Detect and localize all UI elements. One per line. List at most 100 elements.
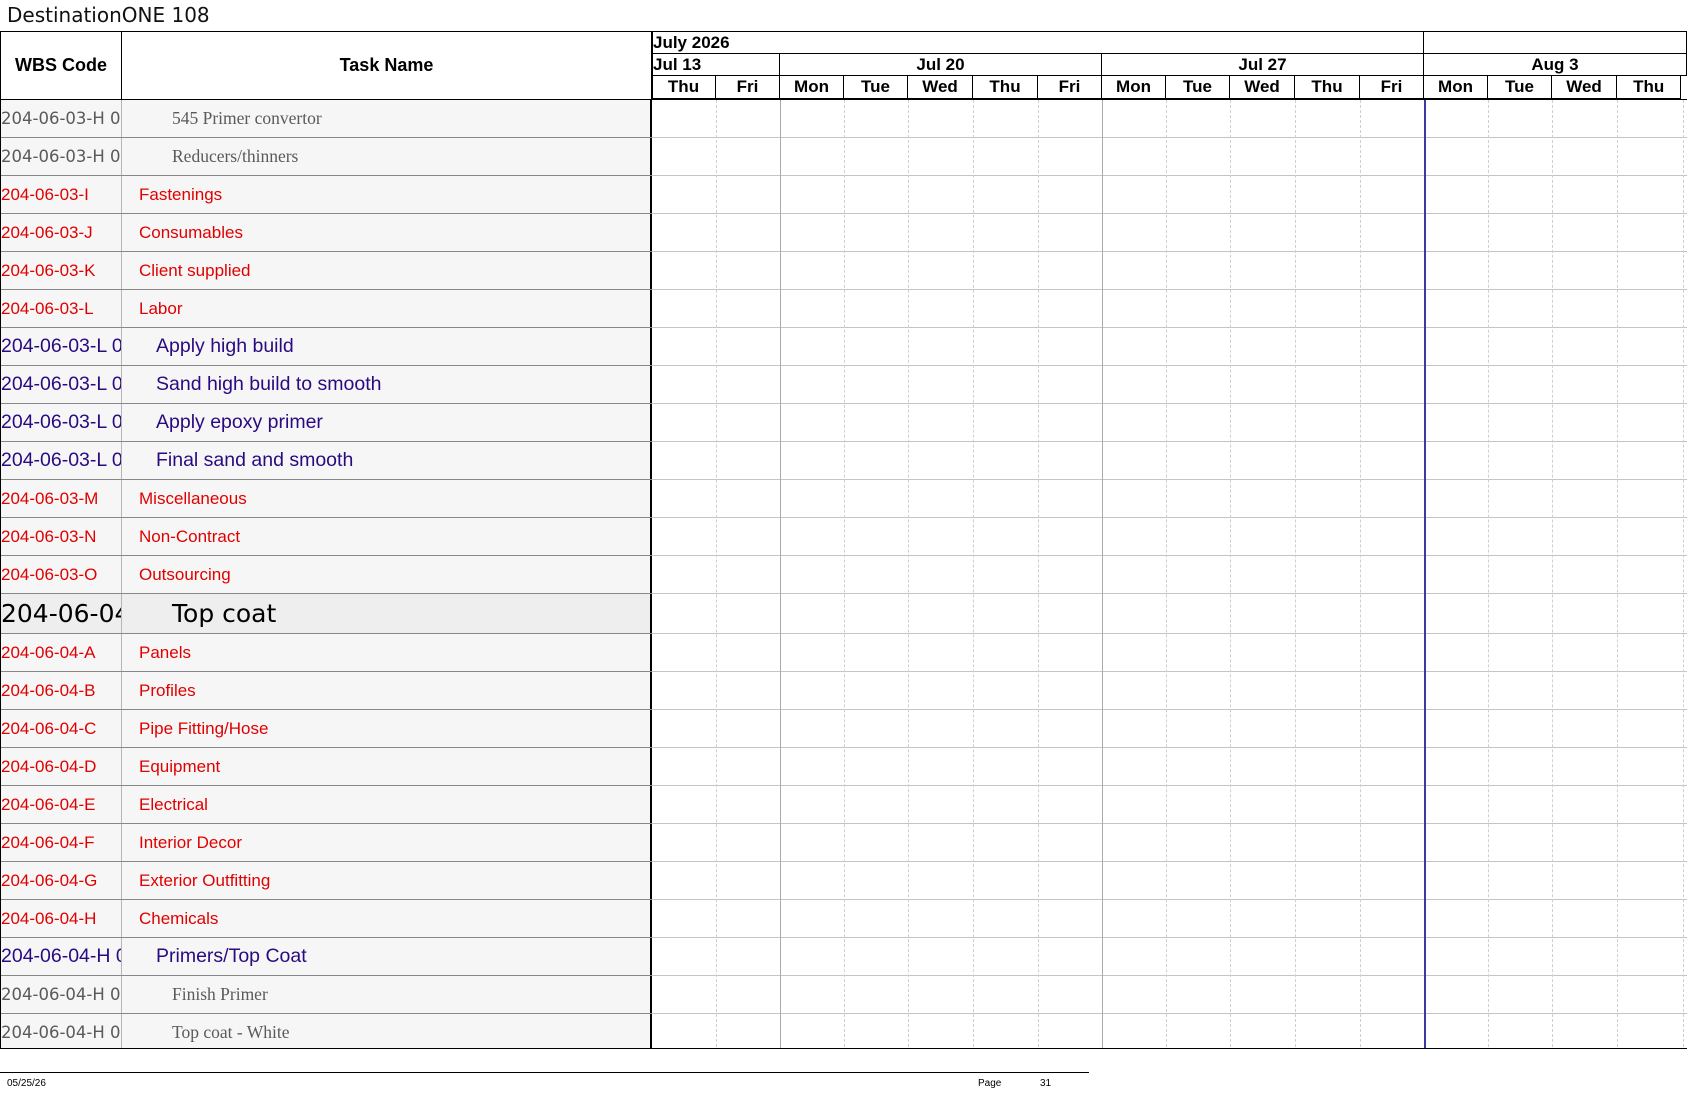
gantt-row[interactable]	[652, 786, 1687, 824]
task-name-cell[interactable]: Top coat	[122, 594, 652, 633]
task-row[interactable]: 204-06-03-J Consumables	[1, 214, 652, 252]
task-row[interactable]: 204-06-04-F Interior Decor	[1, 824, 652, 862]
task-name-cell[interactable]: Miscellaneous	[122, 480, 652, 517]
wbs-code-cell[interactable]: 204-06-03-L 0	[1, 328, 122, 365]
wbs-code-cell[interactable]: 204-06-03-N	[1, 518, 122, 555]
wbs-code-cell[interactable]: 204-06-03-J	[1, 214, 122, 251]
task-row[interactable]: 204-06-04-H Chemicals	[1, 900, 652, 938]
wbs-code-cell[interactable]: 204-06-03-L 0	[1, 404, 122, 441]
wbs-code-cell[interactable]: 204-06-04-H 01	[1, 1014, 122, 1048]
wbs-code-cell[interactable]: 204-06-03-O	[1, 556, 122, 593]
task-row[interactable]: 204-06-03-I Fastenings	[1, 176, 652, 214]
wbs-code-cell[interactable]: 204-06-04-B	[1, 672, 122, 709]
gantt-row[interactable]	[652, 404, 1687, 442]
task-name-cell[interactable]: Consumables	[122, 214, 652, 251]
task-row[interactable]: 204-06-03-L 0 Sand high build to smooth	[1, 366, 652, 404]
summary-task-row[interactable]: 204-06-04 Top coat	[1, 594, 652, 634]
wbs-code-cell[interactable]: 204-06-04-A	[1, 634, 122, 671]
column-header-wbs-code[interactable]: WBS Code	[1, 32, 122, 99]
gantt-row[interactable]	[652, 634, 1687, 672]
task-row[interactable]: 204-06-03-K Client supplied	[1, 252, 652, 290]
gantt-row[interactable]	[652, 290, 1687, 328]
task-name-cell[interactable]: Finish Primer	[122, 976, 652, 1013]
wbs-code-cell[interactable]: 204-06-03-L 0	[1, 442, 122, 479]
task-name-cell[interactable]: Fastenings	[122, 176, 652, 213]
task-row[interactable]: 204-06-04-H 01 Finish Primer	[1, 976, 652, 1014]
task-row[interactable]: 204-06-03-O Outsourcing	[1, 556, 652, 594]
gantt-row[interactable]	[652, 900, 1687, 938]
gantt-row[interactable]	[652, 518, 1687, 556]
wbs-code-cell[interactable]: 204-06-03-H 01	[1, 100, 122, 137]
gantt-row[interactable]	[652, 556, 1687, 594]
wbs-code-cell[interactable]: 204-06-04-H 0	[1, 938, 122, 975]
task-row[interactable]: 204-06-03-L 0 Final sand and smooth	[1, 442, 652, 480]
wbs-code-cell[interactable]: 204-06-03-K	[1, 252, 122, 289]
task-name-cell[interactable]: Profiles	[122, 672, 652, 709]
task-name-cell[interactable]: Final sand and smooth	[122, 442, 652, 479]
task-name-cell[interactable]: Panels	[122, 634, 652, 671]
task-name-cell[interactable]: Non-Contract	[122, 518, 652, 555]
gantt-row[interactable]	[652, 442, 1687, 480]
gantt-row[interactable]	[652, 138, 1687, 176]
task-row[interactable]: 204-06-03-H 01 545 Primer convertor	[1, 100, 652, 138]
wbs-code-cell[interactable]: 204-06-03-L 0	[1, 366, 122, 403]
task-row[interactable]: 204-06-04-H 0 Primers/Top Coat	[1, 938, 652, 976]
task-name-cell[interactable]: 545 Primer convertor	[122, 100, 652, 137]
wbs-code-cell[interactable]: 204-06-04-E	[1, 786, 122, 823]
task-row[interactable]: 204-06-04-H 01 Top coat - White	[1, 1014, 652, 1048]
gantt-row[interactable]	[652, 594, 1687, 634]
task-name-cell[interactable]: Equipment	[122, 748, 652, 785]
task-name-cell[interactable]: Interior Decor	[122, 824, 652, 861]
task-name-cell[interactable]: Apply epoxy primer	[122, 404, 652, 441]
task-name-cell[interactable]: Exterior Outfitting	[122, 862, 652, 899]
task-name-cell[interactable]: Chemicals	[122, 900, 652, 937]
task-row[interactable]: 204-06-04-E Electrical	[1, 786, 652, 824]
task-row[interactable]: 204-06-03-L 0 Apply epoxy primer	[1, 404, 652, 442]
gantt-row[interactable]	[652, 176, 1687, 214]
gantt-row[interactable]	[652, 366, 1687, 404]
wbs-code-cell[interactable]: 204-06-03-M	[1, 480, 122, 517]
gantt-row[interactable]	[652, 748, 1687, 786]
gantt-row[interactable]	[652, 252, 1687, 290]
task-row[interactable]: 204-06-04-A Panels	[1, 634, 652, 672]
wbs-code-cell[interactable]: 204-06-03-H 01	[1, 138, 122, 175]
wbs-code-cell[interactable]: 204-06-03-I	[1, 176, 122, 213]
task-row[interactable]: 204-06-04-C Pipe Fitting/Hose	[1, 710, 652, 748]
wbs-code-cell[interactable]: 204-06-04-C	[1, 710, 122, 747]
task-row[interactable]: 204-06-04-B Profiles	[1, 672, 652, 710]
task-row[interactable]: 204-06-04-D Equipment	[1, 748, 652, 786]
wbs-code-cell[interactable]: 204-06-04-D	[1, 748, 122, 785]
wbs-code-cell[interactable]: 204-06-04-H 01	[1, 976, 122, 1013]
wbs-code-cell[interactable]: 204-06-04-G	[1, 862, 122, 899]
gantt-row[interactable]	[652, 976, 1687, 1014]
gantt-row[interactable]	[652, 328, 1687, 366]
column-header-task-name[interactable]: Task Name	[122, 32, 653, 99]
task-name-cell[interactable]: Top coat - White	[122, 1014, 652, 1048]
wbs-code-cell[interactable]: 204-06-04	[1, 594, 122, 633]
task-name-cell[interactable]: Sand high build to smooth	[122, 366, 652, 403]
task-name-cell[interactable]: Client supplied	[122, 252, 652, 289]
gantt-row[interactable]	[652, 100, 1687, 138]
gantt-row[interactable]	[652, 938, 1687, 976]
task-row[interactable]: 204-06-04-G Exterior Outfitting	[1, 862, 652, 900]
gantt-row[interactable]	[652, 214, 1687, 252]
task-row[interactable]: 204-06-03-L Labor	[1, 290, 652, 328]
gantt-row[interactable]	[652, 1014, 1687, 1048]
task-name-cell[interactable]: Reducers/thinners	[122, 138, 652, 175]
task-row[interactable]: 204-06-03-M Miscellaneous	[1, 480, 652, 518]
wbs-code-cell[interactable]: 204-06-04-F	[1, 824, 122, 861]
wbs-code-cell[interactable]: 204-06-04-H	[1, 900, 122, 937]
task-row[interactable]: 204-06-03-N Non-Contract	[1, 518, 652, 556]
gantt-row[interactable]	[652, 710, 1687, 748]
task-name-cell[interactable]: Apply high build	[122, 328, 652, 365]
task-name-cell[interactable]: Electrical	[122, 786, 652, 823]
gantt-row[interactable]	[652, 824, 1687, 862]
task-name-cell[interactable]: Outsourcing	[122, 556, 652, 593]
task-row[interactable]: 204-06-03-L 0 Apply high build	[1, 328, 652, 366]
gantt-row[interactable]	[652, 480, 1687, 518]
gantt-row[interactable]	[652, 862, 1687, 900]
task-name-cell[interactable]: Primers/Top Coat	[122, 938, 652, 975]
task-row[interactable]: 204-06-03-H 01 Reducers/thinners	[1, 138, 652, 176]
task-name-cell[interactable]: Pipe Fitting/Hose	[122, 710, 652, 747]
wbs-code-cell[interactable]: 204-06-03-L	[1, 290, 122, 327]
